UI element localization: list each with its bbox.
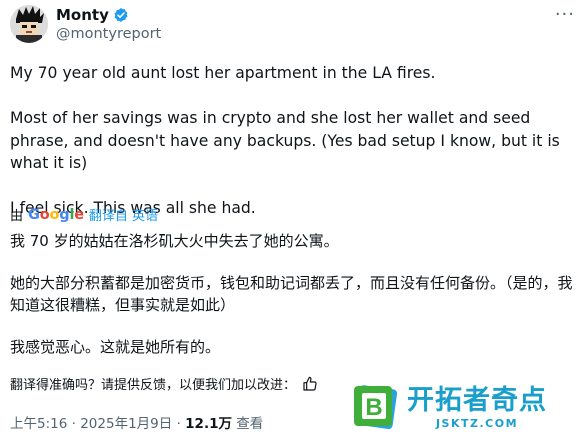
watermark-url: JSKTZ.COM: [435, 416, 519, 430]
feedback-prompt: 翻译得准确吗？请提供反馈，以便我们加以改进：: [10, 378, 297, 393]
verified-badge-icon: [114, 8, 128, 22]
translated-from-link[interactable]: 翻译自 英语: [89, 205, 158, 224]
meta-separator: ·: [176, 416, 181, 432]
translated-by-label: 由: [10, 209, 24, 224]
author-name-row[interactable]: Monty: [56, 6, 129, 24]
more-options-icon[interactable]: ···: [555, 4, 575, 25]
pixel-art-avatar-icon: [10, 5, 48, 43]
translated-paragraph: 她的大部分积蓄都是加密货币，钱包和助记词都丢了，而且没有任何备份。（是的，我知道…: [10, 274, 573, 314]
tweet-date[interactable]: 2025年1月9日: [80, 416, 172, 432]
translation-attribution: 由 Google 翻译自 英语: [10, 205, 158, 225]
meta-separator: ·: [71, 416, 76, 432]
translation-feedback: 翻译得准确吗？请提供反馈，以便我们加以改进：: [10, 374, 318, 393]
views-count: 12.1万: [185, 416, 232, 432]
watermark-text: 开拓者奇点 JSKTZ.COM: [407, 385, 547, 430]
thumbs-up-icon[interactable]: [302, 376, 318, 392]
watermark-title: 开拓者奇点: [407, 384, 547, 416]
tweet-paragraph: My 70 year old aunt lost her apartment i…: [10, 64, 436, 82]
author-handle[interactable]: @montyreport: [56, 26, 161, 42]
svg-text:B: B: [365, 394, 382, 421]
tweet-meta: 上午5:16 · 2025年1月9日 · 12.1万 查看: [10, 412, 263, 432]
views-label: 查看: [236, 416, 264, 432]
tweet-time[interactable]: 上午5:16: [10, 416, 67, 432]
author-name[interactable]: Monty: [56, 6, 109, 24]
translated-text: 我 70 岁的姑姑在洛杉矶大火中失去了她的公寓。 她的大部分积蓄都是加密货币，钱…: [10, 230, 578, 358]
translated-paragraph: 我感觉恶心。这就是她所有的。: [10, 338, 221, 356]
avatar[interactable]: [10, 5, 48, 43]
translated-paragraph: 我 70 岁的姑姑在洛杉矶大火中失去了她的公寓。: [10, 232, 339, 250]
watermark-logo-icon: B: [354, 385, 398, 430]
tweet-text: My 70 year old aunt lost her apartment i…: [10, 62, 578, 220]
tweet-paragraph: Most of her savings was in crypto and sh…: [10, 109, 560, 172]
google-logo: Google: [28, 206, 84, 223]
watermark: B 开拓者奇点 JSKTZ.COM: [351, 379, 583, 435]
